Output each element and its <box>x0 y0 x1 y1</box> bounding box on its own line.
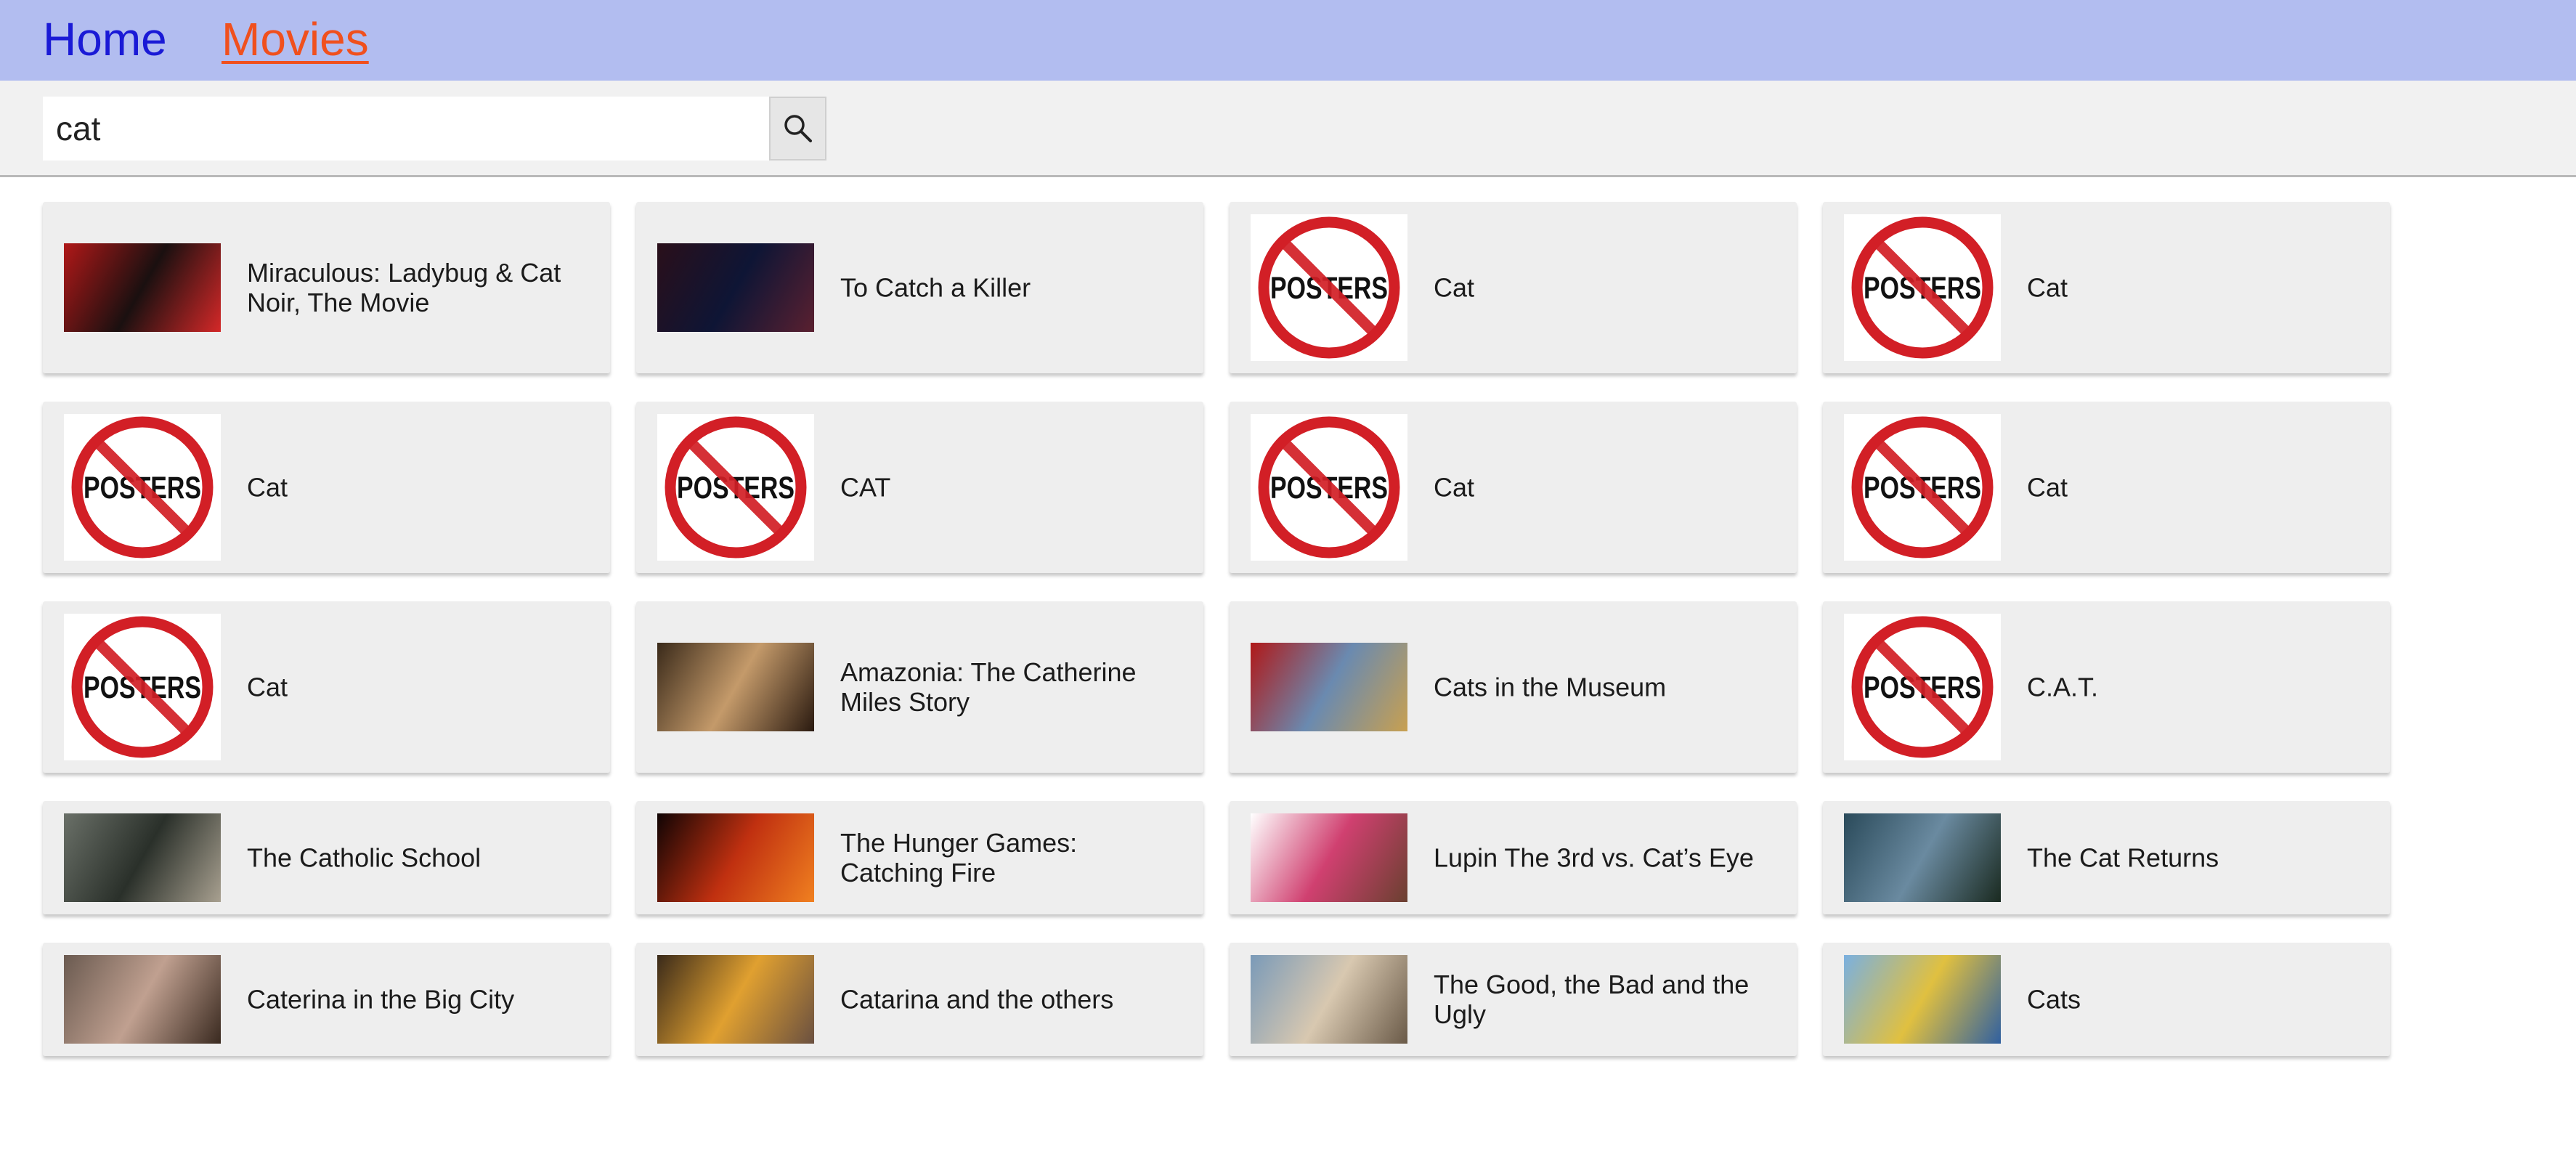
movie-title: Cat <box>2027 472 2068 503</box>
movie-card[interactable]: The Cat Returns <box>1823 801 2390 914</box>
movie-card[interactable]: Cats <box>1823 943 2390 1056</box>
search-icon <box>784 115 812 142</box>
movie-title: The Catholic School <box>247 842 482 873</box>
no-poster-icon: POSTERS <box>1844 614 2001 760</box>
movie-title: Caterina in the Big City <box>247 984 515 1015</box>
movie-poster <box>657 955 814 1044</box>
movie-title: The Hunger Games: Catching Fire <box>840 828 1078 887</box>
movie-card[interactable]: Cats in the Museum <box>1230 601 1797 773</box>
no-poster-icon: POSTERS <box>64 414 221 561</box>
movie-title: To Catch a Killer <box>840 272 1031 303</box>
movie-card[interactable]: The Hunger Games: Catching Fire <box>636 801 1203 914</box>
movie-title: The Good, the Bad and the Ugly <box>1434 970 1750 1029</box>
movie-card[interactable]: Amazonia: The Catherine Miles Story <box>636 601 1203 773</box>
movie-poster <box>657 643 814 731</box>
movie-title: Cat <box>1434 272 1475 303</box>
movie-poster <box>657 243 814 332</box>
movie-card[interactable]: POSTERS Cat <box>1823 202 2390 373</box>
movie-title: Lupin The 3rd vs. Cat’s Eye <box>1434 842 1754 873</box>
movie-title: Miraculous: Ladybug & Cat Noir, The Movi… <box>247 258 561 317</box>
movie-poster <box>1844 955 2001 1044</box>
movie-poster <box>1251 643 1407 731</box>
movie-title: Cat <box>1434 472 1475 503</box>
movie-poster <box>657 813 814 902</box>
movie-poster <box>64 813 221 902</box>
movie-card[interactable]: Lupin The 3rd vs. Cat’s Eye <box>1230 801 1797 914</box>
movie-title: Cat <box>247 472 288 503</box>
movie-card[interactable]: Catarina and the others <box>636 943 1203 1056</box>
movie-title: C.A.T. <box>2027 672 2099 702</box>
movie-title: Cats <box>2027 984 2081 1015</box>
movie-card[interactable]: Caterina in the Big City <box>43 943 610 1056</box>
movie-title: Cat <box>247 672 288 702</box>
movie-card[interactable]: POSTERS Cat <box>43 402 610 573</box>
movie-title: Catarina and the others <box>840 984 1114 1015</box>
movie-card[interactable]: POSTERS Cat <box>1230 202 1797 373</box>
movie-card[interactable]: To Catch a Killer <box>636 202 1203 373</box>
nav-link-home[interactable]: Home <box>43 10 167 68</box>
movie-title: Cats in the Museum <box>1434 672 1667 702</box>
movie-card[interactable]: The Good, the Bad and the Ugly <box>1230 943 1797 1056</box>
movie-title: Cat <box>2027 272 2068 303</box>
search-button[interactable] <box>769 97 826 161</box>
movie-card[interactable]: POSTERS CAT <box>636 402 1203 573</box>
no-poster-icon: POSTERS <box>1844 214 2001 361</box>
movie-poster <box>64 243 221 332</box>
search-bar <box>0 81 2576 177</box>
movie-poster <box>1251 955 1407 1044</box>
movie-results-grid: Miraculous: Ladybug & Cat Noir, The Movi… <box>43 202 2392 1056</box>
movie-card[interactable]: POSTERS Cat <box>1230 402 1797 573</box>
movie-title: The Cat Returns <box>2027 842 2219 873</box>
no-poster-icon: POSTERS <box>1251 214 1407 361</box>
movie-poster <box>1251 813 1407 902</box>
no-poster-icon: POSTERS <box>1844 414 2001 561</box>
no-poster-icon: POSTERS <box>1251 414 1407 561</box>
movie-card[interactable]: POSTERS Cat <box>43 601 610 773</box>
movie-title: Amazonia: The Catherine Miles Story <box>840 657 1137 717</box>
movie-poster <box>1844 813 2001 902</box>
nav-link-movies[interactable]: Movies <box>222 10 369 68</box>
movie-poster <box>64 955 221 1044</box>
movie-title: CAT <box>840 472 891 503</box>
no-poster-icon: POSTERS <box>64 614 221 760</box>
no-poster-icon: POSTERS <box>657 414 814 561</box>
movie-card[interactable]: The Catholic School <box>43 801 610 914</box>
search-input[interactable] <box>43 97 769 161</box>
movie-card[interactable]: Miraculous: Ladybug & Cat Noir, The Movi… <box>43 202 610 373</box>
top-navigation-bar: Home Movies <box>0 0 2576 81</box>
movie-card[interactable]: POSTERS C.A.T. <box>1823 601 2390 773</box>
movie-card[interactable]: POSTERS Cat <box>1823 402 2390 573</box>
